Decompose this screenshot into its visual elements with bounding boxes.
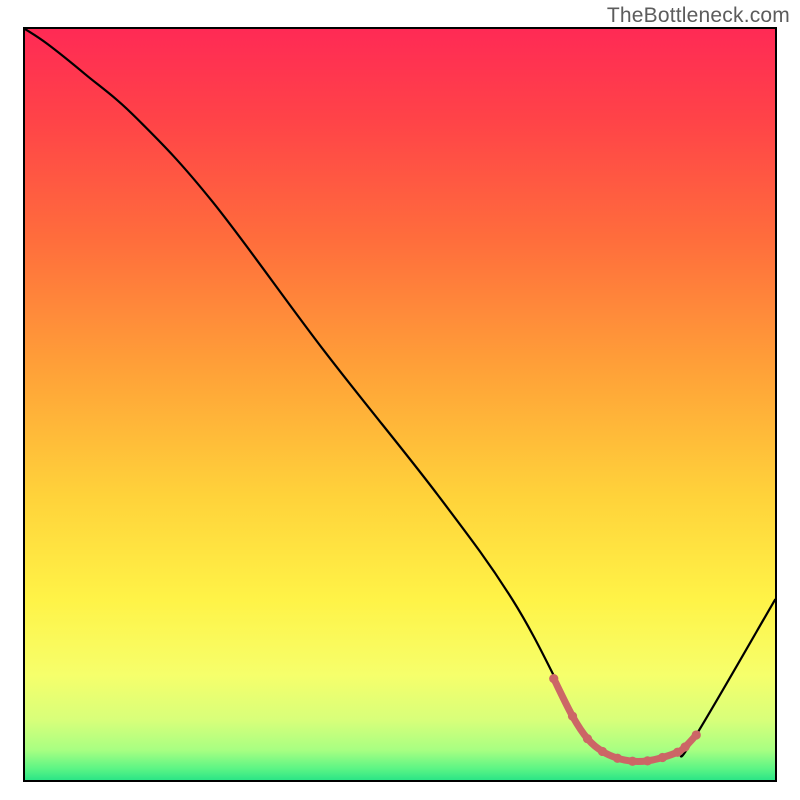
sweet-spot-point bbox=[673, 748, 682, 757]
sweet-spot-point bbox=[598, 747, 607, 756]
sweet-spot-point bbox=[549, 674, 558, 683]
sweet-spot-point bbox=[583, 734, 592, 743]
sweet-spot-point bbox=[658, 753, 667, 762]
plot-area bbox=[23, 27, 777, 782]
sweet-spot-point bbox=[643, 756, 652, 765]
chart-stage: TheBottleneck.com bbox=[0, 0, 800, 800]
chart-svg bbox=[25, 29, 775, 780]
sweet-spot-point bbox=[628, 757, 637, 766]
sweet-spot-point bbox=[680, 742, 689, 751]
sweet-spot-point bbox=[568, 712, 577, 721]
sweet-spot-point bbox=[613, 754, 622, 763]
watermark-text: TheBottleneck.com bbox=[607, 4, 790, 28]
gradient-background bbox=[25, 29, 775, 780]
sweet-spot-point bbox=[692, 730, 701, 739]
